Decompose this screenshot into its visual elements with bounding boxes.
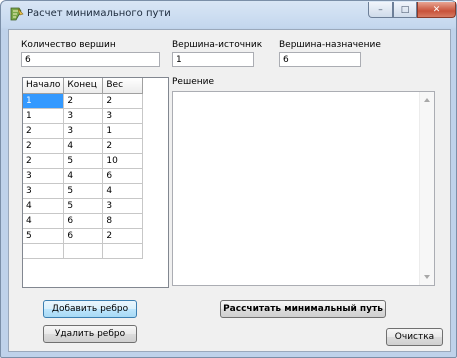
- source-vertex-input[interactable]: 1: [172, 52, 254, 67]
- table-cell[interactable]: 2: [102, 93, 144, 109]
- close-button[interactable]: ✕: [417, 2, 456, 18]
- table-cell[interactable]: 4: [23, 198, 65, 214]
- solution-label: Решение: [172, 77, 215, 87]
- table-cell[interactable]: 1: [102, 123, 144, 139]
- table-row[interactable]: 4 6 8: [23, 213, 144, 229]
- app-window: Расчет минимального пути – □ ✕ Количеств…: [0, 0, 457, 358]
- target-vertex-label: Вершина-назначение: [279, 40, 381, 50]
- solution-scrollbar[interactable]: [419, 92, 434, 285]
- maximize-button[interactable]: □: [393, 2, 417, 18]
- vertex-count-input[interactable]: 6: [21, 52, 160, 67]
- table-cell[interactable]: 4: [63, 168, 104, 184]
- table-cell[interactable]: [63, 243, 104, 259]
- close-icon: ✕: [432, 4, 441, 15]
- table-row[interactable]: 2 4 2: [23, 138, 144, 154]
- column-header-weight[interactable]: Вес: [102, 78, 144, 94]
- table-row[interactable]: 2 5 10: [23, 153, 144, 169]
- table-cell[interactable]: [23, 243, 65, 259]
- table-cell[interactable]: 5: [23, 228, 65, 244]
- column-header-end[interactable]: Конец: [63, 78, 104, 94]
- target-vertex-input[interactable]: 6: [279, 52, 361, 67]
- table-cell[interactable]: 6: [102, 168, 144, 184]
- table-cell[interactable]: 2: [102, 138, 144, 154]
- table-row[interactable]: 4 5 3: [23, 198, 144, 214]
- table-cell[interactable]: 5: [63, 183, 104, 199]
- table-cell[interactable]: 3: [102, 198, 144, 214]
- table-cell[interactable]: 5: [63, 198, 104, 214]
- solution-text: [173, 92, 434, 96]
- source-vertex-label: Вершина-источник: [172, 40, 263, 50]
- table-cell[interactable]: 6: [63, 213, 104, 229]
- table-cell[interactable]: 2: [23, 138, 65, 154]
- table-cell[interactable]: [102, 243, 144, 259]
- window-title: Расчет минимального пути: [27, 8, 171, 19]
- table-cell[interactable]: 3: [102, 108, 144, 124]
- table-cell[interactable]: 1: [23, 108, 65, 124]
- table-cell[interactable]: 8: [102, 213, 144, 229]
- remove-edge-button[interactable]: Удалить ребро: [43, 325, 137, 343]
- clear-button[interactable]: Очистка: [386, 328, 443, 346]
- scroll-down-icon[interactable]: [424, 275, 430, 279]
- minimize-icon: –: [378, 4, 383, 15]
- table-cell[interactable]: 4: [23, 213, 65, 229]
- edges-header-row: Начало Конец Вес: [23, 78, 144, 94]
- minimize-button[interactable]: –: [368, 2, 393, 18]
- solution-textarea[interactable]: [172, 91, 435, 286]
- column-header-start[interactable]: Начало: [23, 78, 65, 94]
- table-cell[interactable]: 4: [102, 183, 144, 199]
- table-cell[interactable]: 1: [23, 93, 65, 109]
- table-row[interactable]: 3 5 4: [23, 183, 144, 199]
- table-row[interactable]: 1 2 2: [23, 93, 144, 109]
- calculate-button[interactable]: Рассчитать минимальный путь: [220, 300, 386, 318]
- table-cell[interactable]: 4: [63, 138, 104, 154]
- table-row[interactable]: 5 6 2: [23, 228, 144, 244]
- vertex-count-label: Количество вершин: [21, 40, 116, 50]
- app-icon: [10, 7, 24, 21]
- add-edge-button[interactable]: Добавить ребро: [43, 300, 137, 318]
- table-cell[interactable]: 3: [63, 108, 104, 124]
- table-cell[interactable]: 2: [102, 228, 144, 244]
- table-cell[interactable]: 10: [102, 153, 144, 169]
- table-row[interactable]: 3 4 6: [23, 168, 144, 184]
- form-client-area: Количество вершин 6 Вершина-источник 1 В…: [8, 29, 451, 352]
- table-row[interactable]: 1 3 3: [23, 108, 144, 124]
- title-bar[interactable]: Расчет минимального пути – □ ✕: [1, 1, 456, 29]
- table-cell[interactable]: 6: [63, 228, 104, 244]
- edges-table: Начало Конец Вес 1 2 2 1 3 3 2 3 1 2 4 2…: [23, 78, 144, 259]
- table-cell[interactable]: 2: [63, 93, 104, 109]
- table-cell[interactable]: 3: [23, 168, 65, 184]
- table-cell[interactable]: 2: [23, 123, 65, 139]
- table-cell[interactable]: 5: [63, 153, 104, 169]
- table-cell[interactable]: 2: [23, 153, 65, 169]
- edges-grid[interactable]: Начало Конец Вес 1 2 2 1 3 3 2 3 1 2 4 2…: [22, 77, 169, 288]
- maximize-icon: □: [400, 4, 410, 15]
- table-row-new[interactable]: [23, 243, 144, 259]
- scroll-up-icon[interactable]: [424, 98, 430, 102]
- table-cell[interactable]: 3: [23, 183, 65, 199]
- table-row[interactable]: 2 3 1: [23, 123, 144, 139]
- table-cell[interactable]: 3: [63, 123, 104, 139]
